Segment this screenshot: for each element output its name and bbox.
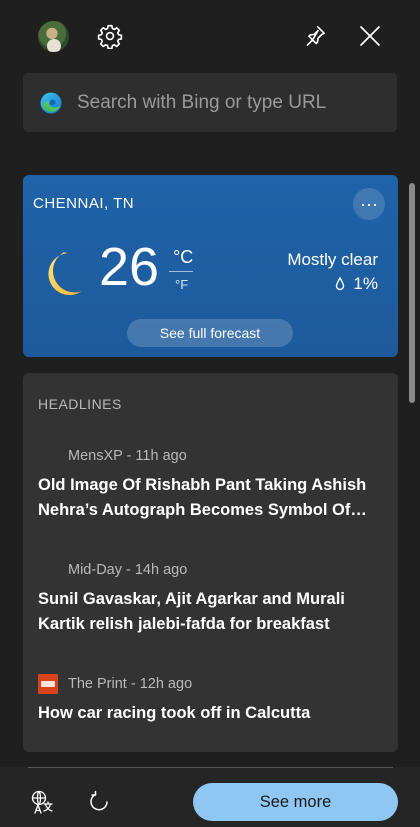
see-more-button[interactable]: See more bbox=[193, 783, 398, 821]
news-headline[interactable]: Sunil Gavaskar, Ajit Agarkar and Murali … bbox=[38, 587, 383, 637]
raindrop-icon bbox=[336, 277, 345, 291]
crescent-moon-icon bbox=[48, 252, 82, 295]
bottom-divider bbox=[28, 767, 393, 768]
news-source-meta: MensXP - 11h ago bbox=[68, 448, 187, 464]
search-input[interactable] bbox=[77, 91, 367, 114]
the-print-logo-icon bbox=[38, 674, 58, 694]
edge-logo-icon bbox=[40, 92, 62, 113]
scrollbar[interactable] bbox=[406, 175, 418, 770]
news-feed-panel: CHENNAI, TN ··· 26 °C °F Mostly clear 1%… bbox=[0, 0, 420, 827]
news-headline[interactable]: Old Image Of Rishabh Pant Taking Ashish … bbox=[38, 473, 383, 523]
close-button[interactable] bbox=[354, 20, 386, 52]
headlines-title: HEADLINES bbox=[38, 396, 122, 412]
precipitation-value: 1% bbox=[353, 274, 378, 293]
search-box[interactable] bbox=[23, 73, 397, 132]
news-item[interactable]: The Print - 12h ago How car racing took … bbox=[38, 674, 383, 726]
news-source-row: MensXP - 11h ago bbox=[38, 446, 383, 466]
news-source-meta: Mid-Day - 14h ago bbox=[68, 562, 188, 578]
weather-more-options-button[interactable]: ··· bbox=[353, 188, 385, 220]
language-button[interactable] bbox=[28, 787, 58, 817]
bottom-bar: See more bbox=[0, 767, 420, 827]
fahrenheit-unit-toggle[interactable]: °F bbox=[175, 277, 188, 292]
pin-button[interactable] bbox=[299, 20, 331, 52]
temperature-value: 26 bbox=[99, 237, 160, 297]
translate-icon bbox=[31, 790, 53, 814]
celsius-unit-toggle[interactable]: °C bbox=[173, 247, 193, 268]
close-icon bbox=[360, 26, 380, 46]
refresh-button[interactable] bbox=[84, 787, 114, 817]
profile-avatar[interactable] bbox=[38, 21, 69, 52]
news-headline[interactable]: How car racing took off in Calcutta bbox=[38, 701, 383, 726]
news-source-row: Mid-Day - 14h ago bbox=[38, 560, 383, 580]
news-source-row: The Print - 12h ago bbox=[38, 674, 383, 694]
news-item[interactable]: Mid-Day - 14h ago Sunil Gavaskar, Ajit A… bbox=[38, 560, 383, 637]
settings-button[interactable] bbox=[94, 20, 126, 52]
news-source-meta: The Print - 12h ago bbox=[68, 676, 193, 692]
more-options-icon: ··· bbox=[360, 194, 378, 214]
headlines-card: HEADLINES MensXP - 11h ago Old Image Of … bbox=[23, 373, 398, 752]
unit-divider bbox=[169, 271, 193, 272]
precipitation: 1% bbox=[335, 274, 378, 294]
weather-condition: Mostly clear bbox=[287, 250, 378, 269]
see-full-forecast-button[interactable]: See full forecast bbox=[127, 319, 293, 347]
top-bar bbox=[0, 0, 420, 72]
scrollbar-thumb[interactable] bbox=[409, 183, 415, 403]
gear-icon bbox=[97, 24, 123, 49]
pin-icon bbox=[306, 25, 326, 46]
weather-card[interactable]: CHENNAI, TN ··· 26 °C °F Mostly clear 1%… bbox=[23, 175, 398, 357]
refresh-icon bbox=[90, 790, 108, 811]
weather-location: CHENNAI, TN bbox=[33, 195, 135, 212]
news-item[interactable]: MensXP - 11h ago Old Image Of Rishabh Pa… bbox=[38, 446, 383, 523]
